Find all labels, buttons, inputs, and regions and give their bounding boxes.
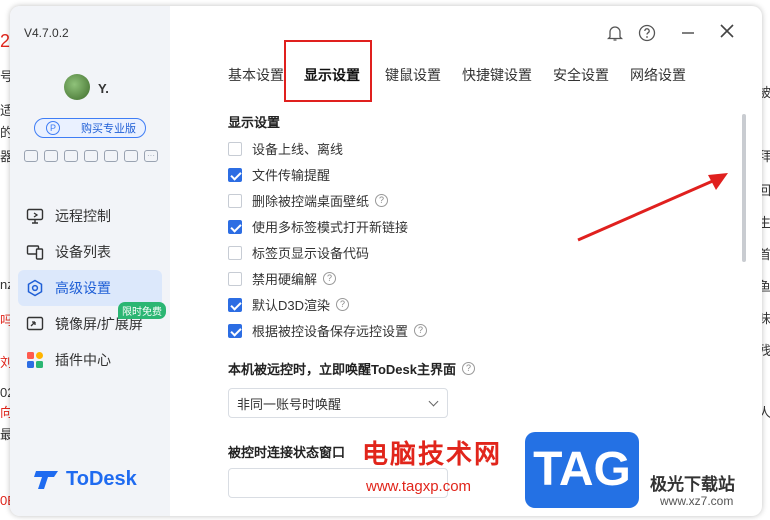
jg-site-name: 极光下载站 [650,475,735,494]
jg-url: www.xz7.com [660,494,734,508]
screen: { "background_page": { "left_fragments":… [0,0,770,520]
watermark-url: www.tagxp.com [366,478,472,495]
watermark-site-name: 电脑技术网 [362,439,503,469]
tag-logo: TAG [525,432,639,508]
